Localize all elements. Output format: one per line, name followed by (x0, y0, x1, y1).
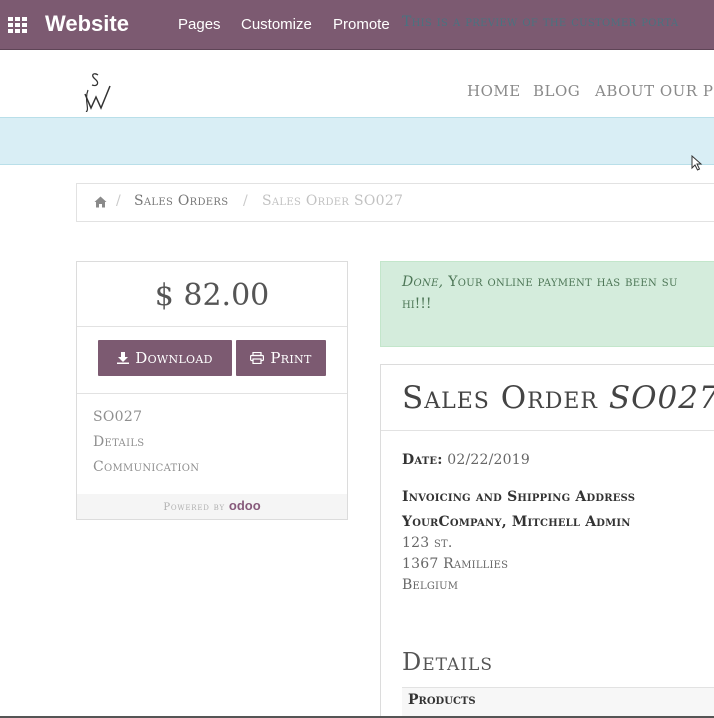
sidebar-link-details[interactable]: Details (93, 434, 144, 450)
preview-banner-text: This is a preview of the customer porta (402, 14, 679, 30)
apps-grid-icon[interactable] (8, 17, 27, 33)
order-reference: SO027 (608, 380, 714, 416)
address-line: 123 st. (402, 535, 453, 551)
breadcrumb-sales-orders[interactable]: Sales Orders (134, 193, 228, 209)
breadcrumb-current: Sales Order SO027 (262, 193, 404, 209)
order-date-value: 02/22/2019 (447, 452, 530, 468)
site-logo[interactable] (82, 70, 118, 112)
address-heading: Invoicing and Shipping Address (402, 489, 636, 505)
powered-by-footer: Powered by odoo (77, 494, 347, 519)
powered-by-text: Powered by (163, 502, 225, 513)
order-total-amount: $ 82.00 (154, 278, 270, 313)
menu-customize[interactable]: Customize (241, 16, 312, 33)
address-name: YourCompany, Mitchell Admin (402, 514, 631, 530)
alert-status: Done, (402, 274, 444, 290)
nav-blog[interactable]: BLOG (533, 82, 580, 100)
order-title-divider (381, 430, 714, 431)
nav-home[interactable]: HOME (467, 82, 521, 100)
alert-note: hi!!! (402, 296, 432, 312)
download-button[interactable]: Download (98, 340, 232, 376)
order-title: Sales Order SO027 (402, 380, 714, 416)
address-line: 1367 Ramillies (402, 556, 509, 572)
order-title-prefix: Sales Order (402, 380, 598, 416)
sidebar-divider (77, 326, 347, 327)
mouse-cursor-icon (691, 155, 703, 171)
order-date-label: Date: (402, 452, 443, 468)
address-line: Belgium (402, 577, 459, 593)
alert-message: Done, Your online payment has been su (402, 274, 678, 290)
menu-promote[interactable]: Promote (333, 16, 390, 33)
sidebar-divider (77, 393, 347, 394)
odoo-logo[interactable]: odoo (229, 498, 261, 513)
sidebar-link-order-ref[interactable]: SO027 (93, 409, 142, 425)
app-title[interactable]: Website (45, 11, 129, 37)
menu-pages[interactable]: Pages (178, 16, 221, 33)
products-column-header: Products (408, 692, 476, 708)
home-icon[interactable] (94, 196, 107, 208)
download-label: Download (135, 349, 213, 367)
download-icon (117, 352, 130, 364)
sidebar-link-communication[interactable]: Communication (93, 459, 199, 475)
preview-banner (0, 117, 714, 165)
print-icon (250, 352, 265, 364)
breadcrumb-separator: / (116, 193, 122, 209)
alert-message-body: Your online payment has been su (443, 274, 678, 290)
print-label: Print (270, 349, 312, 367)
breadcrumb-separator: / (243, 193, 249, 209)
details-heading: Details (402, 648, 493, 676)
nav-about[interactable]: ABOUT OUR PR (595, 82, 714, 100)
order-date: Date: 02/22/2019 (402, 452, 530, 468)
print-button[interactable]: Print (236, 340, 326, 376)
